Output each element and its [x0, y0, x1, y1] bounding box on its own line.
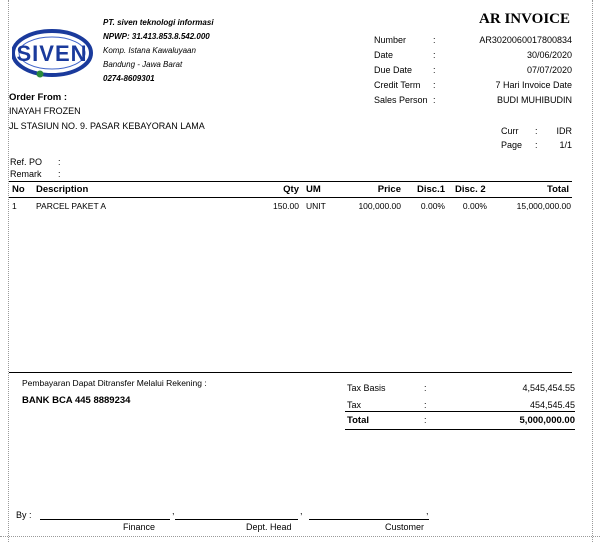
page-margin-right — [592, 0, 593, 542]
logo-text: SIVEN — [16, 41, 87, 66]
credit-term-label: Credit Term — [374, 80, 421, 90]
finance-signature-line — [40, 519, 170, 520]
row-description: PARCEL PAKET A — [36, 201, 107, 211]
separator: : — [58, 169, 61, 179]
comma-separator: , — [172, 506, 175, 516]
page-label: Page — [501, 140, 523, 150]
totals-separators: : : — [424, 380, 427, 414]
separator: : — [433, 50, 436, 60]
row-total: 15,000,000.00 — [516, 201, 571, 211]
comma-separator: , — [426, 506, 429, 516]
row-um: UNIT — [306, 201, 326, 211]
table-bottom-rule — [9, 372, 572, 373]
page-margin-left — [8, 0, 9, 542]
dept-head-label: Dept. Head — [246, 522, 292, 532]
company-npwp: NPWP: 31.413.853.8.542.000 — [103, 32, 210, 41]
ref-separators: : : — [58, 156, 61, 180]
signed-by-label: By : — [16, 510, 32, 520]
ref-labels: Ref. PO Remark — [10, 156, 42, 180]
order-from-label: Order From : — [9, 92, 68, 103]
invoice-date: 30/06/2020 — [526, 50, 572, 60]
date-label: Date — [374, 50, 394, 60]
company-info: PT. siven teknologi informasi NPWP: 31.4… — [103, 16, 214, 86]
totals-values: 4,545,454.55 454,545.45 — [522, 380, 575, 414]
col-total: Total — [547, 184, 569, 195]
page-margin-bottom — [0, 536, 600, 537]
row-qty: 150.00 — [273, 201, 299, 211]
separator: : — [424, 415, 427, 425]
sales-person: BUDI MUHIBUDIN — [496, 95, 572, 105]
col-description: Description — [36, 184, 89, 195]
company-phone: 0274-8609301 — [103, 74, 155, 83]
table-header-rule — [9, 197, 572, 198]
ref-po-label: Ref. PO — [10, 157, 43, 167]
number-label: Number — [374, 35, 407, 45]
col-price: Price — [377, 184, 401, 195]
due-date: 07/07/2020 — [526, 65, 572, 75]
curr-values: IDR 1/1 — [557, 124, 573, 152]
document-title: AR INVOICE — [479, 11, 570, 27]
invoice-number: AR3020060017800834 — [479, 35, 572, 45]
table-top-rule — [9, 181, 572, 182]
row-disc2: 0.00% — [462, 201, 487, 211]
company-address-1: Komp. Istana Kawaluyaan — [103, 46, 196, 55]
grand-total-label: Total — [347, 415, 369, 426]
company-name: PT. siven teknologi informasi — [103, 18, 214, 27]
curr-labels: Curr Page — [501, 124, 522, 152]
payment-note: Pembayaran Dapat Ditransfer Melalui Reke… — [22, 378, 207, 388]
separator: : — [433, 35, 436, 45]
tax-basis-label: Tax Basis — [347, 383, 386, 393]
col-um: UM — [306, 184, 321, 195]
grand-total-value: 5,000,000.00 — [519, 415, 575, 426]
due-date-label: Due Date — [374, 65, 413, 75]
row-no: 1 — [12, 201, 17, 211]
credit-term: 7 Hari Invoice Date — [495, 80, 572, 90]
customer-label: Customer — [385, 522, 425, 532]
dept-head-signature-line — [175, 519, 298, 520]
separator: : — [424, 383, 427, 393]
meta-separators: : : : : : — [433, 33, 436, 108]
comma-separator: , — [300, 506, 303, 516]
customer-address: JL STASIUN NO. 9. PASAR KEBAYORAN LAMA — [9, 121, 205, 131]
separator: : — [58, 157, 61, 167]
company-address-2: Bandung - Jawa Barat — [103, 60, 183, 69]
separator: : — [433, 95, 436, 105]
currency: IDR — [556, 126, 573, 136]
col-disc2: Disc. 2 — [455, 184, 486, 195]
curr-label: Curr — [501, 126, 519, 136]
finance-label: Finance — [123, 522, 156, 532]
separator: : — [535, 140, 538, 150]
customer-signature-line — [309, 519, 429, 520]
company-logo: SIVEN — [11, 28, 94, 80]
col-no: No — [12, 184, 25, 195]
bank-account: BANK BCA 445 8889234 — [22, 395, 131, 406]
remark-label: Remark — [10, 169, 42, 179]
sales-person-label: Sales Person — [374, 95, 428, 105]
separator: : — [535, 126, 538, 136]
total-rule-top — [345, 411, 575, 412]
tax-basis-value: 4,545,454.55 — [522, 383, 575, 393]
row-disc1: 0.00% — [420, 201, 445, 211]
separator: : — [433, 80, 436, 90]
curr-separators: : : — [535, 124, 538, 152]
col-disc1: Disc.1 — [417, 184, 445, 195]
totals-labels: Tax Basis Tax — [347, 380, 386, 414]
col-qty: Qty — [283, 184, 299, 195]
row-price: 100,000.00 — [358, 201, 401, 211]
total-rule-bottom — [345, 429, 575, 430]
page-number: 1/1 — [559, 140, 572, 150]
meta-labels: Number Date Due Date Credit Term Sales P… — [374, 33, 428, 108]
separator: : — [433, 65, 436, 75]
customer-name: INAYAH FROZEN — [9, 106, 81, 116]
meta-values: AR3020060017800834 30/06/2020 07/07/2020… — [479, 33, 572, 108]
